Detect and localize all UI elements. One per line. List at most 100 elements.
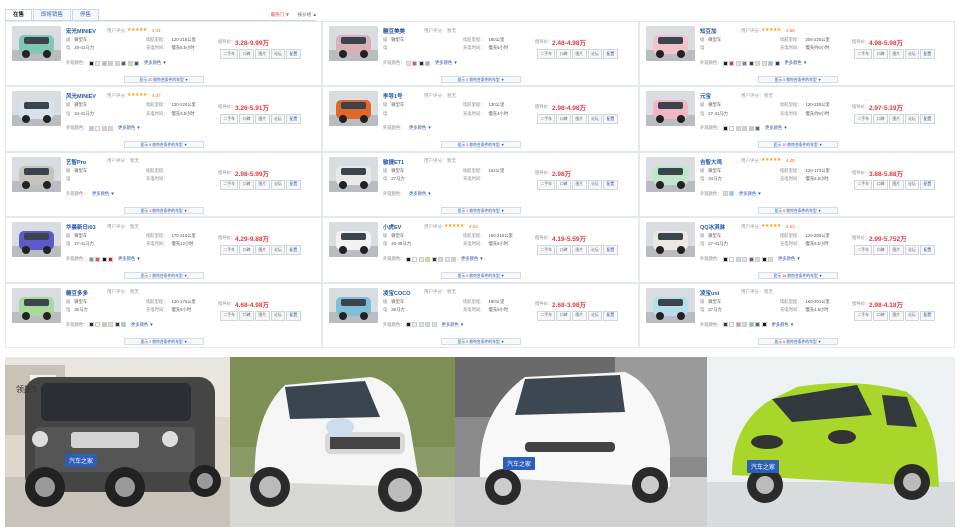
photos-button[interactable]: 图片 [254,179,270,190]
photos-button[interactable]: 图片 [888,245,904,256]
forum-button[interactable]: 论坛 [270,310,286,321]
color-swatch[interactable] [761,322,767,328]
forum-button[interactable]: 论坛 [587,310,603,321]
guide-price[interactable]: 3.26-5.91万 [235,102,269,112]
color-swatch[interactable] [729,191,735,197]
color-swatch[interactable] [405,256,411,262]
color-swatch[interactable] [121,60,127,66]
car-name-link[interactable]: 敏捷ET1 [383,158,404,166]
car-thumbnail[interactable] [329,222,378,258]
color-swatch[interactable] [729,60,735,66]
used-car-button[interactable]: 二手车 [220,310,239,321]
color-swatch[interactable] [735,60,741,66]
color-swatch[interactable] [722,125,728,131]
guide-price[interactable]: 2.68-3.98万 [552,299,586,309]
color-swatch[interactable] [768,60,774,66]
more-versions-bar[interactable]: 显示 6 款符合条件的车型 ▼ [758,337,838,345]
car-thumbnail[interactable] [12,222,61,258]
color-swatch[interactable] [88,256,94,262]
reviews-button[interactable]: 口碑 [239,310,254,321]
used-car-button[interactable]: 二手车 [854,179,873,190]
color-swatch[interactable] [95,256,101,262]
color-swatch[interactable] [742,125,748,131]
color-swatch[interactable] [425,60,431,66]
color-swatch[interactable] [748,256,754,262]
color-swatch[interactable] [418,60,424,66]
color-swatch[interactable] [405,60,411,66]
color-swatch[interactable] [121,322,127,328]
photos-button[interactable]: 图片 [888,310,904,321]
color-swatch[interactable] [101,60,107,66]
color-swatch[interactable] [735,125,741,131]
guide-price[interactable]: 2.98-4.18万 [869,299,903,309]
car-name-link[interactable]: 凌宝COCO [383,289,411,297]
color-swatch[interactable] [748,125,754,131]
guide-price[interactable]: 3.28-9.99万 [235,37,269,47]
color-swatch[interactable] [108,60,114,66]
reviews-button[interactable]: 口碑 [873,114,888,125]
car-thumbnail[interactable] [329,26,378,61]
forum-button[interactable]: 论坛 [904,114,920,125]
used-car-button[interactable]: 二手车 [220,114,239,125]
color-swatch[interactable] [418,322,424,328]
car-thumbnail[interactable] [12,156,61,192]
color-swatch[interactable] [722,191,728,197]
forum-button[interactable]: 论坛 [270,49,286,59]
color-swatch[interactable] [438,256,444,262]
color-swatch[interactable] [768,256,774,262]
reviews-button[interactable]: 口碑 [239,179,254,190]
config-button[interactable]: 配置 [920,114,935,125]
color-swatch[interactable] [722,322,728,328]
color-swatch[interactable] [742,60,748,66]
guide-price[interactable]: 3.88-5.88万 [869,168,903,178]
car-name-link[interactable]: 风光MINIEV [66,92,96,100]
reviews-button[interactable]: 口碑 [873,49,888,59]
config-button[interactable]: 配置 [286,179,301,190]
more-colors-link[interactable]: 更多颜色 ▼ [118,125,141,131]
forum-button[interactable]: 论坛 [270,114,286,125]
used-car-button[interactable]: 二手车 [854,245,873,256]
color-swatch[interactable] [735,256,741,262]
car-thumbnail[interactable] [12,287,61,323]
used-car-button[interactable]: 二手车 [220,49,239,59]
color-swatch[interactable] [101,125,107,131]
color-swatch[interactable] [114,322,120,328]
color-swatch[interactable] [101,322,107,328]
color-swatch[interactable] [444,256,450,262]
forum-button[interactable]: 论坛 [904,49,920,59]
config-button[interactable]: 配置 [603,179,618,190]
color-swatch[interactable] [755,256,761,262]
forum-button[interactable]: 论坛 [270,179,286,190]
photos-button[interactable]: 图片 [888,114,904,125]
more-versions-bar[interactable]: 显示 10 款符合条件的车型 ▼ [758,141,838,149]
forum-button[interactable]: 论坛 [587,114,603,125]
color-swatch[interactable] [722,60,728,66]
color-swatch[interactable] [108,322,114,328]
config-button[interactable]: 配置 [920,310,935,321]
guide-price[interactable]: 2.98-4.98万 [552,102,586,112]
car-thumbnail[interactable] [12,26,61,61]
more-versions-bar[interactable]: 显示 8 款符合条件的车型 ▼ [124,141,204,149]
color-swatch[interactable] [412,60,418,66]
color-swatch[interactable] [101,256,107,262]
color-swatch[interactable] [127,60,133,66]
color-swatch[interactable] [774,60,780,66]
reviews-button[interactable]: 口碑 [239,114,254,125]
color-swatch[interactable] [134,60,140,66]
color-swatch[interactable] [425,256,431,262]
reviews-button[interactable]: 口碑 [239,49,254,59]
car-name-link[interactable]: 华晨新日i03 [66,223,96,231]
color-swatch[interactable] [412,322,418,328]
used-car-button[interactable]: 二手车 [537,114,556,125]
color-swatch[interactable] [748,60,754,66]
color-swatch[interactable] [451,256,457,262]
more-versions-bar[interactable]: 显示 6 款符合条件的车型 ▼ [758,206,838,214]
reviews-button[interactable]: 口碑 [873,310,888,321]
reviews-button[interactable]: 口碑 [556,179,571,190]
reviews-button[interactable]: 口碑 [556,49,571,59]
sort-by-popularity[interactable]: 最热门 ▼ [271,12,290,18]
color-swatch[interactable] [742,322,748,328]
color-swatch[interactable] [735,322,741,328]
color-swatch[interactable] [412,256,418,262]
used-car-button[interactable]: 二手车 [220,179,239,190]
